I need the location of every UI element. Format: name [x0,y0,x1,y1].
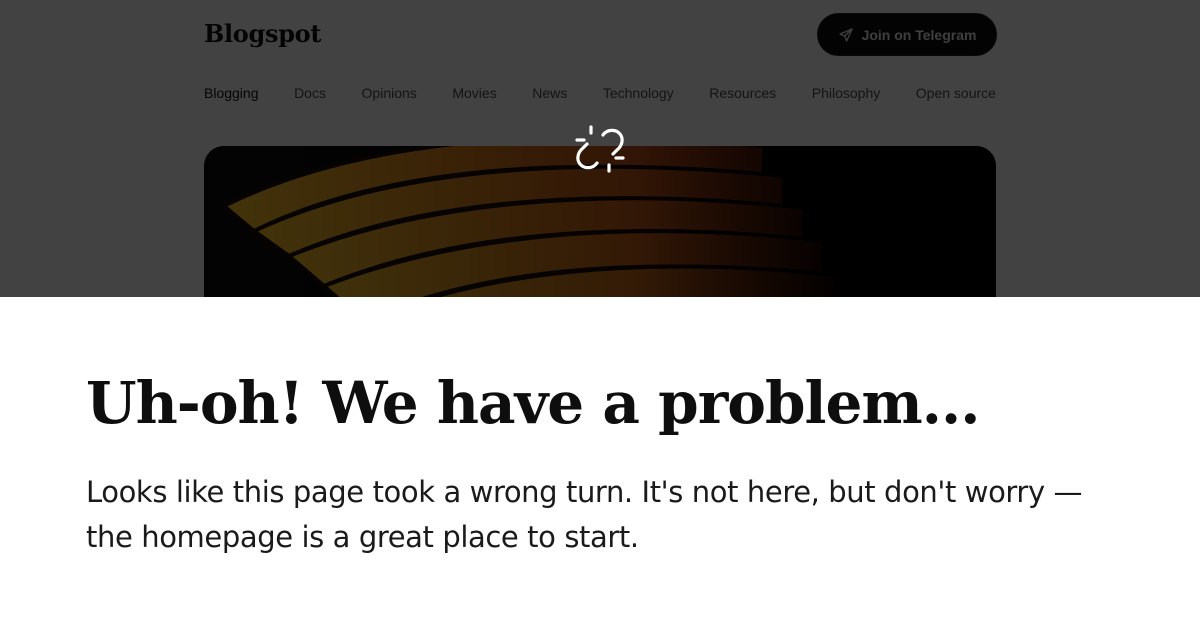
send-icon [838,27,854,43]
error-headline: Uh-oh! We have a problem... [86,369,980,437]
nav-item-philosophy[interactable]: Philosophy [812,85,881,101]
nav-item-technology[interactable]: Technology [603,85,674,101]
nav-item-opinions[interactable]: Opinions [362,85,417,101]
nav-item-open-source[interactable]: Open source [916,85,996,101]
broken-link-icon [574,123,626,175]
nav-item-movies[interactable]: Movies [452,85,496,101]
nav-item-blogging[interactable]: Blogging [204,85,259,101]
join-telegram-button[interactable]: Join on Telegram [817,13,997,56]
site-preview: Blogspot Join on Telegram Blogging Docs … [0,0,1200,297]
error-message: Uh-oh! We have a problem... Looks like t… [0,297,1200,630]
site-brand[interactable]: Blogspot [204,19,321,48]
error-description: Looks like this page took a wrong turn. … [86,475,1083,554]
nav-item-news[interactable]: News [532,85,567,101]
category-nav: Blogging Docs Opinions Movies News Techn… [204,85,996,101]
join-telegram-label: Join on Telegram [861,26,977,43]
nav-item-docs[interactable]: Docs [294,85,326,101]
nav-item-resources[interactable]: Resources [709,85,776,101]
